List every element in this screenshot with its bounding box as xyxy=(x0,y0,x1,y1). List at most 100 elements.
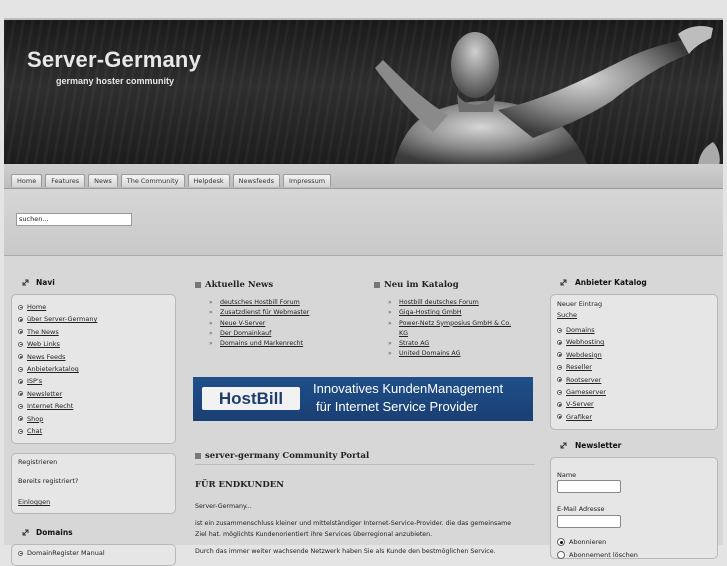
news-item-link[interactable]: Der Domainkauf xyxy=(220,330,271,337)
tab-impressum[interactable]: Impressum xyxy=(283,174,332,187)
catalog-new-item[interactable]: » United Domains AG xyxy=(388,349,511,359)
catalog-section-title: Neu im Katalog xyxy=(374,280,459,290)
paragraph-1: Server-Germany... xyxy=(195,503,252,510)
domains-menu: DomainRegister Manual xyxy=(18,547,105,559)
news-item[interactable]: » Neue V-Server xyxy=(209,319,309,329)
bullet-icon xyxy=(18,366,23,372)
tab-newsfeeds[interactable]: Newsfeeds xyxy=(232,174,280,187)
catalog-new-list: » Hostbill deutsches Forum » Giga-Hosting … xyxy=(388,298,511,360)
email-field[interactable] xyxy=(557,515,621,528)
navi-item-newsfeeds[interactable]: News Feeds xyxy=(18,351,97,363)
square-bullet-icon xyxy=(195,281,201,288)
catalog-item-label: Gameserver xyxy=(566,387,606,396)
tab-news[interactable]: News xyxy=(88,174,118,187)
catalog-item-rootserver[interactable]: Rootserver xyxy=(557,374,606,386)
navi-item-isps[interactable]: ISP's xyxy=(18,375,97,387)
catalog-new-item[interactable]: » Giga-Hosting GmbH xyxy=(388,308,511,318)
domains-header-icon xyxy=(22,529,29,536)
catalog-item-gameserver[interactable]: Gameserver xyxy=(557,386,606,398)
catalog-new-item[interactable]: » Hostbill deutsches Forum xyxy=(388,298,511,308)
tab-community[interactable]: The Community xyxy=(120,174,185,187)
double-arrow-icon: » xyxy=(209,309,213,317)
catalog-new-link[interactable]: Giga-Hosting GmbH xyxy=(399,309,462,316)
catalog-item-reseller[interactable]: Reseller xyxy=(557,361,606,373)
news-item[interactable]: » deutsches Hostbill Forum xyxy=(209,298,309,308)
navi-item-catalog[interactable]: Anbieterkatalog xyxy=(18,363,97,375)
catalog-item-webhosting[interactable]: Webhosting xyxy=(557,336,606,348)
register-link[interactable]: Registrieren xyxy=(18,458,57,466)
bullet-icon xyxy=(18,329,23,335)
bullet-icon xyxy=(18,354,23,360)
news-item[interactable]: » Domains und Markenrecht xyxy=(209,339,309,349)
bullet-icon xyxy=(18,550,23,556)
search-input[interactable]: suchen... xyxy=(16,213,132,226)
catalog-search-link[interactable]: Suche xyxy=(557,311,577,319)
catalog-item-grafiker[interactable]: Grafiker xyxy=(557,411,606,423)
domains-item-label: DomainRegister Manual xyxy=(27,549,105,557)
bullet-icon xyxy=(18,379,23,385)
new-entry-link[interactable]: Neuer Eintrag xyxy=(557,300,602,308)
news-item-link[interactable]: Domains und Markenrecht xyxy=(220,340,303,347)
double-arrow-icon: » xyxy=(209,299,213,306)
page: Server-Germany germany hoster community … xyxy=(4,18,723,566)
navi-item-home[interactable]: Home xyxy=(18,301,97,313)
name-field[interactable] xyxy=(557,480,621,493)
news-item-link[interactable]: Neue V-Server xyxy=(220,320,265,327)
catalog-new-item-cont[interactable]: KG xyxy=(388,329,511,339)
catalog-new-item[interactable]: » Power-Netz Symposius GmbH & Co. xyxy=(388,319,511,329)
name-label: Name xyxy=(557,471,577,479)
navi-item-weblinks[interactable]: Web Links xyxy=(18,338,97,350)
tab-features[interactable]: Features xyxy=(45,174,86,187)
bullet-icon xyxy=(557,414,562,420)
double-arrow-icon: » xyxy=(388,309,392,317)
banner-line1: Innovatives KundenManagement xyxy=(313,381,504,396)
navi-box: Home über Server-Germany The News Web Li… xyxy=(11,294,176,444)
navi-item-news[interactable]: The News xyxy=(18,326,97,338)
navi-item-label: ISP's xyxy=(27,377,43,386)
catalog-new-link[interactable]: Power-Netz Symposius GmbH & Co. xyxy=(399,320,511,327)
news-section-title: Aktuelle News xyxy=(195,280,273,290)
navi-item-chat[interactable]: Chat xyxy=(18,425,97,437)
navi-item-law[interactable]: Internet Recht xyxy=(18,400,97,412)
catalog-item-label: Domains xyxy=(566,326,595,334)
hostbill-banner[interactable]: HostBill Innovatives KundenManagement fü… xyxy=(193,377,533,421)
catalog-item-webdesign[interactable]: Webdesign xyxy=(557,349,606,361)
bullet-icon xyxy=(557,377,562,383)
catalog-menu: Domains Webhosting Webdesign Reseller Ro… xyxy=(557,324,606,423)
news-item-link[interactable]: deutsches Hostbill Forum xyxy=(220,299,300,306)
catalog-new-item[interactable]: » Strato AG xyxy=(388,339,511,349)
navi-item-shop[interactable]: Shop xyxy=(18,413,97,425)
bullet-icon xyxy=(18,391,23,397)
navi-item-label: Chat xyxy=(27,426,43,435)
login-link[interactable]: Einloggen xyxy=(18,498,50,506)
domains-item[interactable]: DomainRegister Manual xyxy=(18,547,105,559)
navi-item-about[interactable]: über Server-Germany xyxy=(18,313,97,325)
news-item[interactable]: » Der Domainkauf xyxy=(209,329,309,339)
catalog-new-link[interactable]: KG xyxy=(399,330,408,337)
double-arrow-icon: » xyxy=(209,319,213,327)
banner-line2: für Internet Service Provider xyxy=(316,399,478,414)
catalog-item-domains[interactable]: Domains xyxy=(557,324,606,336)
unsubscribe-option[interactable]: Abonnement löschen xyxy=(557,551,638,559)
news-item[interactable]: » Zusatzdienst für Webmaster xyxy=(209,308,309,318)
top-navigation: Home Features News The Community Helpdes… xyxy=(4,164,723,189)
navi-item-label: Web Links xyxy=(27,340,60,349)
square-bullet-icon xyxy=(374,281,380,288)
catalog-item-vserver[interactable]: V-Server xyxy=(557,398,606,410)
double-arrow-icon: » xyxy=(388,340,392,348)
catalog-item-label: Webhosting xyxy=(566,338,605,347)
radio-unchecked-icon[interactable] xyxy=(557,551,565,559)
header-figure-image xyxy=(375,26,720,166)
catalog-new-link[interactable]: Hostbill deutsches Forum xyxy=(399,299,479,306)
search-band: suchen... xyxy=(4,189,723,256)
news-item-link[interactable]: Zusatzdienst für Webmaster xyxy=(220,309,309,316)
hostbill-logo: HostBill xyxy=(202,387,300,410)
navi-item-newsletter[interactable]: Newsletter xyxy=(18,388,97,400)
main-content: Navi Home über Server-Germany The News W… xyxy=(4,256,723,566)
catalog-new-link[interactable]: Strato AG xyxy=(399,340,429,347)
catalog-new-link[interactable]: United Domains AG xyxy=(399,350,460,357)
already-registered-label: Bereits registriert? xyxy=(18,477,79,485)
tab-home[interactable]: Home xyxy=(11,174,43,187)
tab-helpdesk[interactable]: Helpdesk xyxy=(187,174,230,187)
double-arrow-icon: » xyxy=(388,319,392,327)
